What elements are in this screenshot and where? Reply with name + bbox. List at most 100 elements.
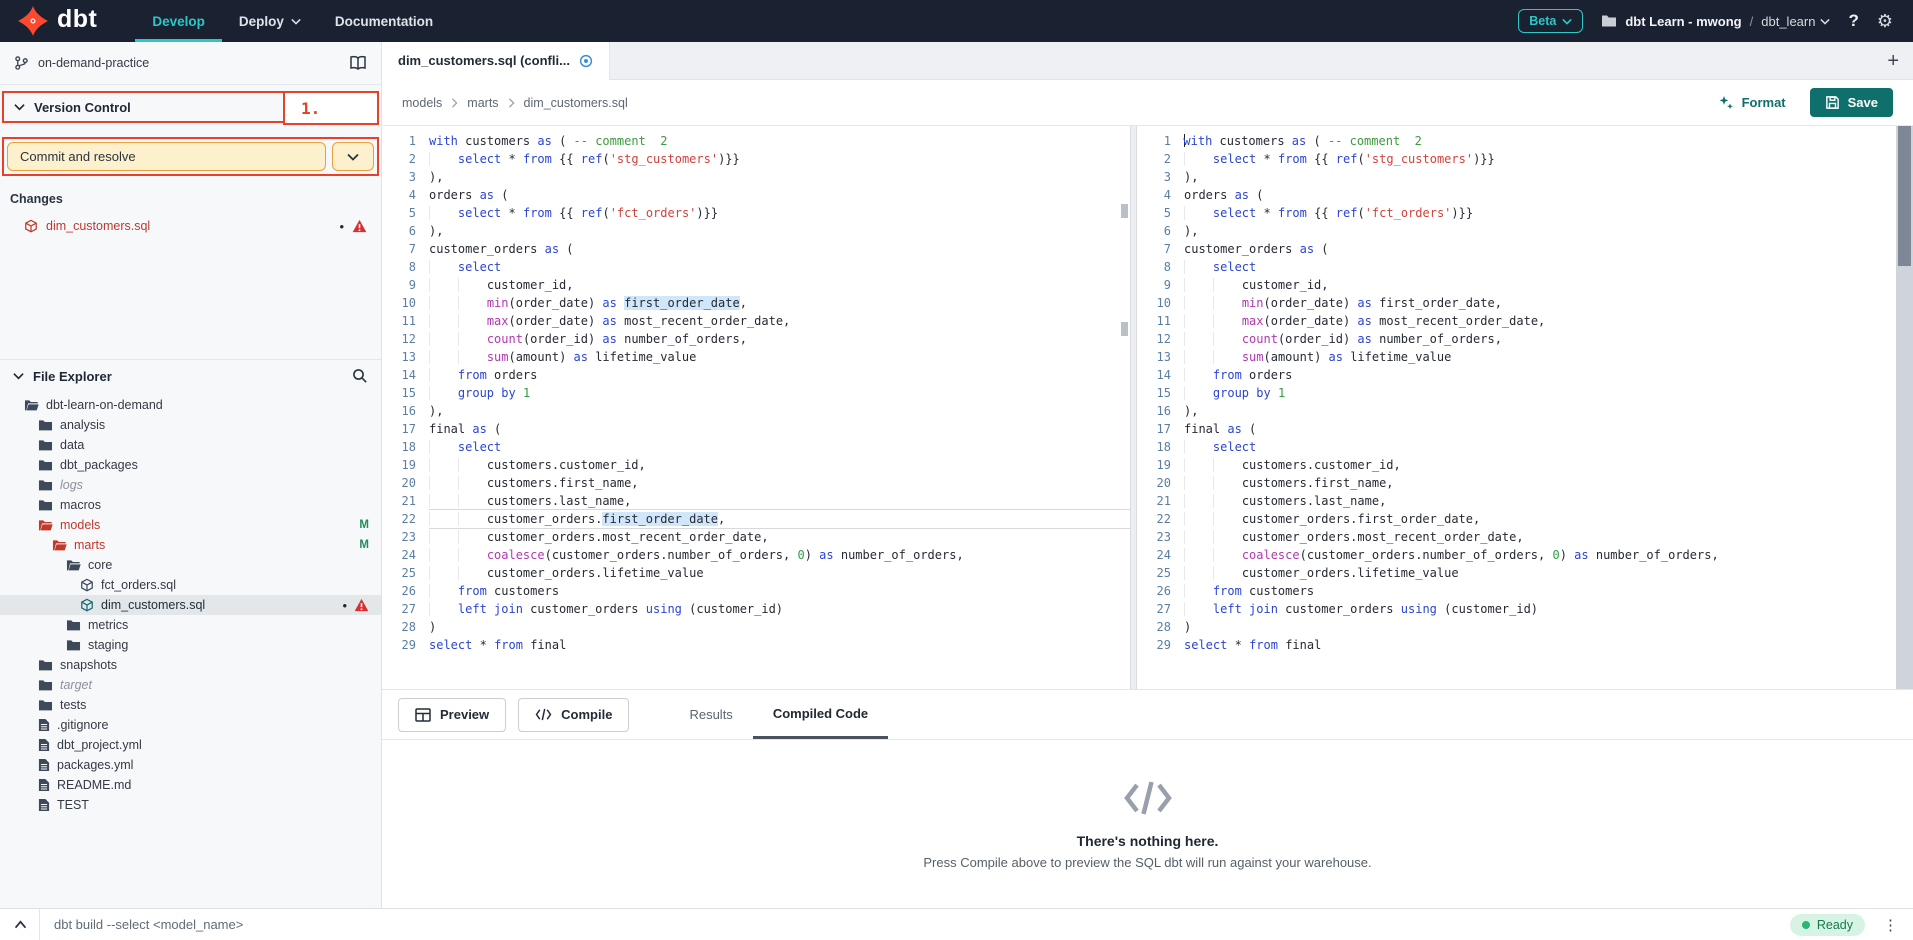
tree-item-logs[interactable]: logs (0, 475, 381, 495)
new-tab-plus-icon[interactable]: + (1887, 51, 1899, 71)
code-line[interactable]: 8 select (382, 258, 1130, 276)
code-line[interactable]: 1with customers as ( -- comment 2 (382, 132, 1130, 150)
preview-button[interactable]: Preview (398, 698, 506, 732)
code-line[interactable]: 19 customers.customer_id, (1137, 456, 1896, 474)
project-selector[interactable]: dbt_learn (1761, 14, 1830, 29)
code-line[interactable]: 8 select (1137, 258, 1896, 276)
code-line[interactable]: 3), (382, 168, 1130, 186)
tab-compiled-code[interactable]: Compiled Code (753, 690, 888, 739)
beta-dropdown[interactable]: Beta (1518, 9, 1583, 33)
code-line[interactable]: 12 count(order_id) as number_of_orders, (382, 330, 1130, 348)
command-input[interactable] (52, 916, 672, 933)
dbt-logo[interactable]: dbt (18, 6, 97, 36)
version-control-section[interactable]: Version Control 1. (2, 91, 379, 123)
code-line[interactable]: 16), (382, 402, 1130, 420)
tree-item-data[interactable]: data (0, 435, 381, 455)
help-icon[interactable]: ? (1848, 11, 1858, 31)
code-line[interactable]: 5 select * from {{ ref('fct_orders')}} (382, 204, 1130, 222)
format-button[interactable]: Format (1718, 95, 1786, 111)
code-line[interactable]: 6), (382, 222, 1130, 240)
code-line[interactable]: 27 left join customer_orders using (cust… (382, 600, 1130, 618)
code-line[interactable]: 9 customer_id, (382, 276, 1130, 294)
change-item-dim_customers.sql[interactable]: dim_customers.sql• (0, 215, 381, 237)
kebab-menu-icon[interactable]: ⋮ (1883, 916, 1899, 934)
code-line[interactable]: 10 min(order_date) as first_order_date, (1137, 294, 1896, 312)
code-line[interactable]: 19 customers.customer_id, (382, 456, 1130, 474)
breadcrumb-marts[interactable]: marts (467, 96, 498, 110)
code-line[interactable]: 15 group by 1 (1137, 384, 1896, 402)
code-line[interactable]: 22 customer_orders.first_order_date, (382, 510, 1130, 528)
code-line[interactable]: 29select * from final (382, 636, 1130, 654)
breadcrumb-models[interactable]: models (402, 96, 442, 110)
unsaved-dot-icon[interactable] (579, 54, 593, 68)
code-line[interactable]: 13 sum(amount) as lifetime_value (382, 348, 1130, 366)
code-line[interactable]: 18 select (382, 438, 1130, 456)
code-line[interactable]: 17final as ( (1137, 420, 1896, 438)
nav-item-deploy[interactable]: Deploy (222, 0, 318, 42)
code-pane-left[interactable]: 1with customers as ( -- comment 22 selec… (382, 126, 1130, 689)
tree-item-models[interactable]: modelsM (0, 515, 381, 535)
code-line[interactable]: 16), (1137, 402, 1896, 420)
code-line[interactable]: 28) (1137, 618, 1896, 636)
nav-item-develop[interactable]: Develop (135, 0, 222, 42)
gear-icon[interactable]: ⚙ (1877, 12, 1893, 30)
tree-item-README.md[interactable]: README.md (0, 775, 381, 795)
code-line[interactable]: 23 customer_orders.most_recent_order_dat… (1137, 528, 1896, 546)
code-line[interactable]: 24 coalesce(customer_orders.number_of_or… (1137, 546, 1896, 564)
save-button[interactable]: Save (1810, 88, 1893, 117)
code-line[interactable]: 2 select * from {{ ref('stg_customers')}… (382, 150, 1130, 168)
tree-item-dbt_packages[interactable]: dbt_packages (0, 455, 381, 475)
code-line[interactable]: 11 max(order_date) as most_recent_order_… (382, 312, 1130, 330)
docs-book-icon[interactable] (349, 55, 367, 71)
tree-item-target[interactable]: target (0, 675, 381, 695)
code-line[interactable]: 24 coalesce(customer_orders.number_of_or… (382, 546, 1130, 564)
code-line[interactable]: 21 customers.last_name, (1137, 492, 1896, 510)
code-line[interactable]: 20 customers.first_name, (1137, 474, 1896, 492)
tree-item-dbt-learn-on-demand[interactable]: dbt-learn-on-demand (0, 395, 381, 415)
account-name[interactable]: dbt Learn - mwong (1625, 14, 1741, 29)
tree-item-analysis[interactable]: analysis (0, 415, 381, 435)
tab-results[interactable]: Results (669, 690, 752, 739)
code-line[interactable]: 28) (382, 618, 1130, 636)
vertical-scrollbar[interactable] (1896, 126, 1913, 689)
code-line[interactable]: 4orders as ( (1137, 186, 1896, 204)
code-line[interactable]: 4orders as ( (382, 186, 1130, 204)
tree-item-packages.yml[interactable]: packages.yml (0, 755, 381, 775)
tree-item-staging[interactable]: staging (0, 635, 381, 655)
code-line[interactable]: 2 select * from {{ ref('stg_customers')}… (1137, 150, 1896, 168)
tree-item-snapshots[interactable]: snapshots (0, 655, 381, 675)
code-line[interactable]: 20 customers.first_name, (382, 474, 1130, 492)
tree-item-core[interactable]: core (0, 555, 381, 575)
tab-dim-customers[interactable]: dim_customers.sql (confli... (382, 42, 610, 80)
code-pane-right[interactable]: 1with customers as ( -- comment 22 selec… (1137, 126, 1896, 689)
code-line[interactable]: 29select * from final (1137, 636, 1896, 654)
code-line[interactable]: 12 count(order_id) as number_of_orders, (1137, 330, 1896, 348)
code-line[interactable]: 21 customers.last_name, (382, 492, 1130, 510)
code-line[interactable]: 15 group by 1 (382, 384, 1130, 402)
code-line[interactable]: 6), (1137, 222, 1896, 240)
code-line[interactable]: 23 customer_orders.most_recent_order_dat… (382, 528, 1130, 546)
pane-divider-handle[interactable] (1130, 126, 1137, 689)
code-line[interactable]: 5 select * from {{ ref('fct_orders')}} (1137, 204, 1896, 222)
code-line[interactable]: 25 customer_orders.lifetime_value (382, 564, 1130, 582)
code-line[interactable]: 17final as ( (382, 420, 1130, 438)
tree-item-.gitignore[interactable]: .gitignore (0, 715, 381, 735)
code-line[interactable]: 14 from orders (1137, 366, 1896, 384)
scrollbar-thumb[interactable] (1898, 126, 1911, 266)
code-line[interactable]: 14 from orders (382, 366, 1130, 384)
nav-item-documentation[interactable]: Documentation (318, 0, 450, 42)
code-line[interactable]: 26 from customers (382, 582, 1130, 600)
file-explorer-section[interactable]: File Explorer (0, 359, 381, 392)
commit-options-dropdown[interactable] (332, 142, 374, 171)
code-line[interactable]: 3), (1137, 168, 1896, 186)
commit-and-resolve-button[interactable]: Commit and resolve (7, 142, 326, 171)
code-line[interactable]: 7customer_orders as ( (1137, 240, 1896, 258)
code-line[interactable]: 22 customer_orders.first_order_date, (1137, 510, 1896, 528)
code-line[interactable]: 11 max(order_date) as most_recent_order_… (1137, 312, 1896, 330)
code-line[interactable]: 27 left join customer_orders using (cust… (1137, 600, 1896, 618)
tree-item-fct_orders.sql[interactable]: fct_orders.sql (0, 575, 381, 595)
code-line[interactable]: 7customer_orders as ( (382, 240, 1130, 258)
code-line[interactable]: 26 from customers (1137, 582, 1896, 600)
branch-row[interactable]: on-demand-practice (0, 42, 381, 85)
tree-item-dbt_project.yml[interactable]: dbt_project.yml (0, 735, 381, 755)
